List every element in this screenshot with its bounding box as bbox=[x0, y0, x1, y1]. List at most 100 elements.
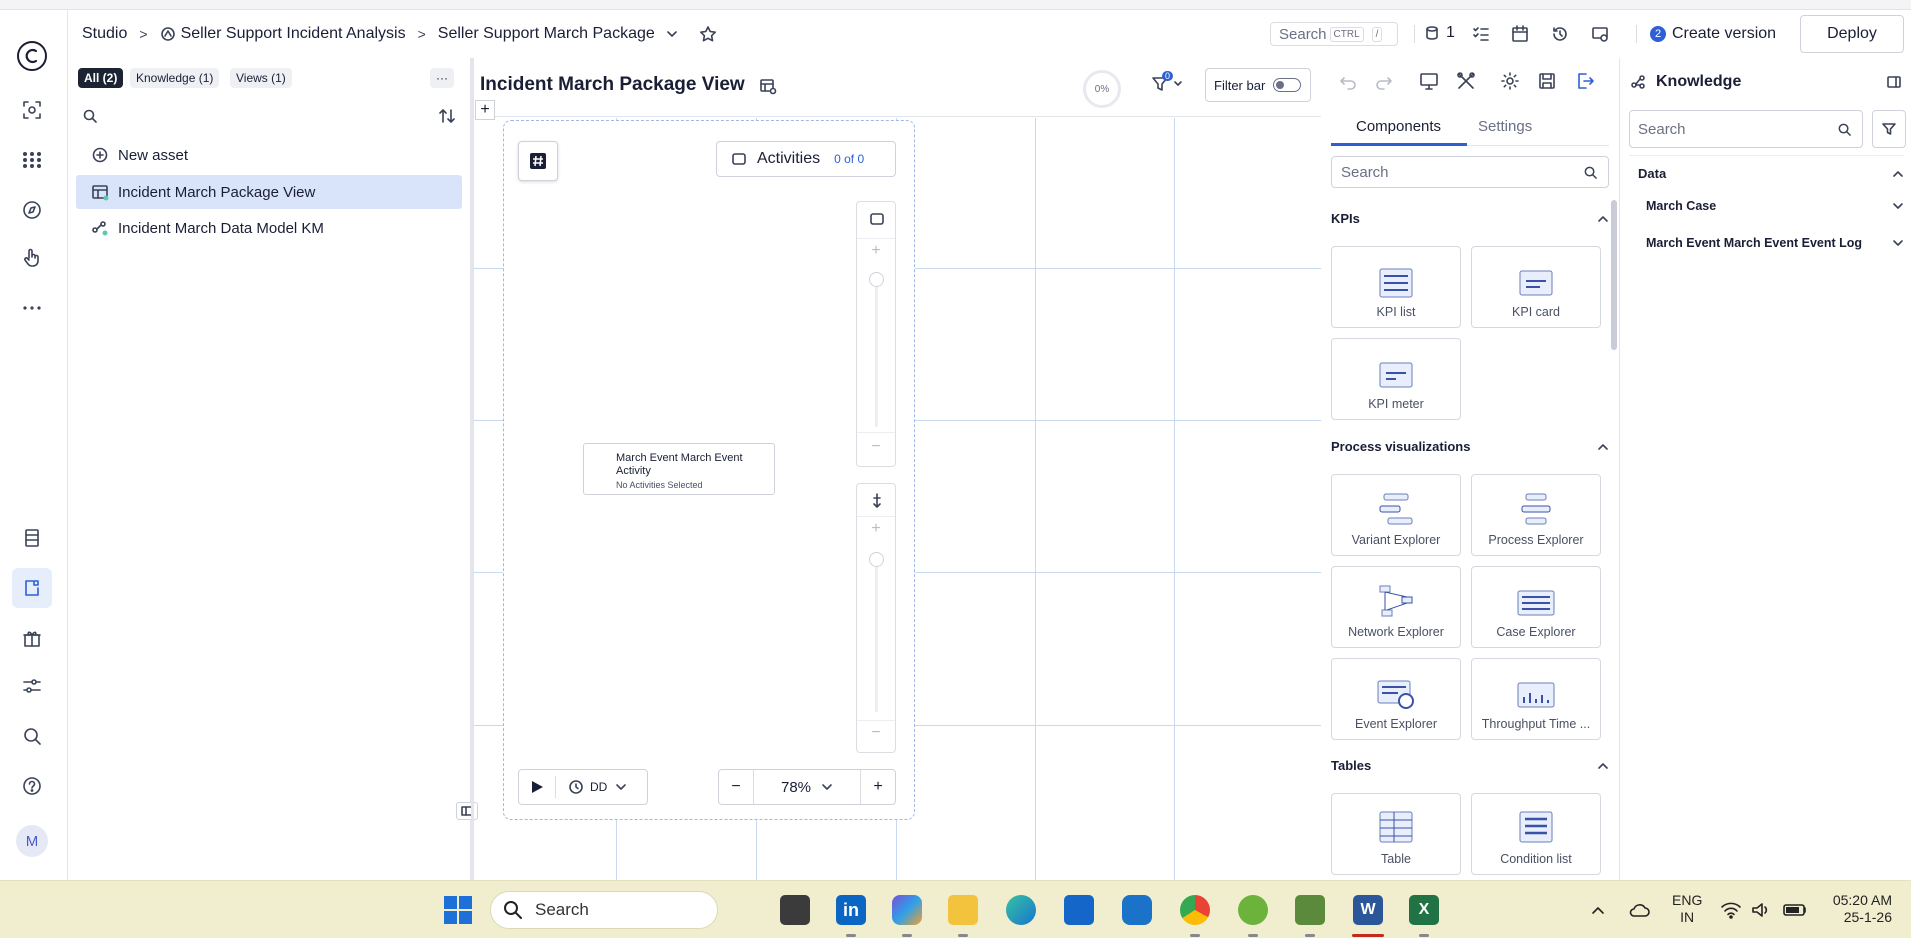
cloud-icon[interactable] bbox=[1628, 901, 1650, 919]
hand-pointer-icon[interactable] bbox=[12, 238, 52, 278]
task-view-icon[interactable] bbox=[780, 895, 810, 925]
tile-case-explorer[interactable]: Case Explorer bbox=[1471, 566, 1601, 648]
microsoft365-icon[interactable] bbox=[892, 895, 922, 925]
more-options-icon[interactable] bbox=[12, 288, 52, 328]
more-menu-button[interactable]: ··· bbox=[430, 68, 454, 88]
deploy-button[interactable]: Deploy bbox=[1800, 15, 1904, 53]
knowledge-item-march-case[interactable]: March Case bbox=[1646, 199, 1904, 213]
filter-bar-toggle[interactable]: Filter bar bbox=[1205, 68, 1311, 102]
slider-minus[interactable]: − bbox=[857, 724, 895, 742]
asset-row-knowledge-model[interactable]: Incident March Data Model KM bbox=[76, 211, 462, 245]
sliders-icon[interactable] bbox=[12, 666, 52, 706]
knowledge-filter-button[interactable] bbox=[1872, 110, 1906, 148]
section-kpis[interactable]: KPIs bbox=[1331, 211, 1609, 226]
tile-kpi-meter[interactable]: KPI meter bbox=[1331, 338, 1461, 420]
utorrent-icon[interactable] bbox=[1238, 895, 1268, 925]
redo-icon[interactable] bbox=[1373, 70, 1395, 92]
save-icon[interactable] bbox=[1536, 70, 1558, 92]
knowledge-item-event-log[interactable]: March Event March Event Event Log bbox=[1646, 236, 1904, 250]
asset-row-view[interactable]: Incident March Package View bbox=[76, 175, 462, 209]
scrollbar[interactable] bbox=[1611, 200, 1617, 350]
gear-icon[interactable] bbox=[1499, 70, 1521, 92]
exit-edit-icon[interactable] bbox=[1574, 70, 1596, 92]
filter-all[interactable]: All (2) bbox=[78, 68, 124, 88]
add-row-button[interactable]: + bbox=[475, 100, 495, 120]
apps-grid-icon[interactable] bbox=[12, 140, 52, 180]
slider-minus[interactable]: − bbox=[857, 438, 895, 456]
tile-process-explorer[interactable]: Process Explorer bbox=[1471, 474, 1601, 556]
tile-throughput-time[interactable]: Throughput Time ... bbox=[1471, 658, 1601, 740]
tile-table[interactable]: Table bbox=[1331, 793, 1461, 875]
zoom-level-select[interactable]: 78% bbox=[754, 779, 860, 796]
chevron-up-icon[interactable] bbox=[1590, 903, 1606, 917]
game-app-icon[interactable] bbox=[1295, 895, 1325, 925]
toggle-switch[interactable] bbox=[1273, 78, 1302, 92]
wifi-icon[interactable] bbox=[1720, 901, 1742, 919]
zoom-controls[interactable]: − 78% + bbox=[718, 769, 896, 805]
star-icon[interactable] bbox=[699, 25, 717, 43]
avatar[interactable]: M bbox=[16, 825, 48, 857]
studio-views-icon[interactable] bbox=[12, 568, 52, 608]
activity-slider[interactable]: + − bbox=[856, 201, 896, 467]
taskbar-search[interactable]: Search bbox=[490, 891, 718, 929]
datapool-count[interactable]: 1 bbox=[1424, 24, 1455, 42]
knowledge-section-data[interactable]: Data bbox=[1638, 166, 1904, 181]
filter-button[interactable]: 0 bbox=[1151, 71, 1183, 94]
battery-icon[interactable] bbox=[1782, 902, 1808, 918]
calendar-icon[interactable] bbox=[1511, 25, 1529, 43]
activity-node[interactable]: March Event March Event Activity No Acti… bbox=[583, 443, 775, 495]
windows-start-icon[interactable] bbox=[443, 895, 473, 925]
breadcrumb-studio[interactable]: Studio bbox=[82, 25, 127, 43]
help-icon[interactable] bbox=[12, 766, 52, 806]
tab-settings[interactable]: Settings bbox=[1478, 118, 1532, 135]
tile-event-explorer[interactable]: Event Explorer bbox=[1331, 658, 1461, 740]
slider-plus[interactable]: + bbox=[857, 520, 895, 538]
sort-icon[interactable] bbox=[438, 107, 456, 125]
search-icon[interactable] bbox=[12, 716, 52, 756]
tile-network-explorer[interactable]: Network Explorer bbox=[1331, 566, 1461, 648]
create-version-button[interactable]: 2 Create version bbox=[1650, 22, 1776, 46]
checklist-icon[interactable] bbox=[1472, 25, 1490, 43]
slider-knob[interactable] bbox=[869, 552, 884, 567]
chevron-down-icon[interactable] bbox=[665, 27, 679, 41]
section-process-visualizations[interactable]: Process visualizations bbox=[1331, 439, 1609, 454]
file-explorer-icon[interactable] bbox=[948, 895, 978, 925]
preview-icon[interactable] bbox=[1418, 70, 1440, 92]
view-settings-icon[interactable] bbox=[759, 77, 777, 95]
breadcrumb-current[interactable]: Seller Support March Package bbox=[438, 25, 655, 43]
knowledge-search-input[interactable]: Search bbox=[1629, 110, 1863, 148]
filter-views[interactable]: Views (1) bbox=[230, 68, 292, 88]
tile-kpi-card[interactable]: KPI card bbox=[1471, 246, 1601, 328]
page-title[interactable]: Incident March Package View bbox=[480, 74, 745, 96]
search-icon[interactable] bbox=[82, 108, 98, 124]
tile-condition-list[interactable]: Condition list bbox=[1471, 793, 1601, 875]
breadcrumb-package[interactable]: Seller Support Incident Analysis bbox=[160, 25, 406, 43]
filter-knowledge[interactable]: Knowledge (1) bbox=[130, 68, 220, 88]
section-tables[interactable]: Tables bbox=[1331, 758, 1609, 773]
undo-icon[interactable] bbox=[1337, 70, 1359, 92]
volume-icon[interactable] bbox=[1750, 901, 1772, 919]
tools-icon[interactable] bbox=[1455, 70, 1477, 92]
zoom-in-button[interactable]: + bbox=[861, 778, 895, 796]
slider-plus[interactable]: + bbox=[857, 242, 895, 260]
tile-kpi-list[interactable]: KPI list bbox=[1331, 246, 1461, 328]
excel-icon[interactable]: X bbox=[1409, 895, 1439, 925]
tile-variant-explorer[interactable]: Variant Explorer bbox=[1331, 474, 1461, 556]
word-icon[interactable]: W bbox=[1353, 895, 1383, 925]
outlook-icon[interactable] bbox=[1122, 895, 1152, 925]
data-table-icon[interactable] bbox=[12, 518, 52, 558]
store-icon[interactable] bbox=[1064, 895, 1094, 925]
process-intelligence-icon[interactable] bbox=[12, 90, 52, 130]
edge-icon[interactable] bbox=[1006, 895, 1036, 925]
linkedin-icon[interactable]: in bbox=[836, 895, 866, 925]
slider-knob[interactable] bbox=[869, 272, 884, 287]
components-search-input[interactable]: Search bbox=[1331, 156, 1609, 188]
global-search[interactable]: Search CTRL / bbox=[1270, 22, 1398, 46]
panel-toggle-icon[interactable] bbox=[1886, 74, 1902, 90]
gift-package-icon[interactable] bbox=[12, 618, 52, 658]
chrome-icon[interactable] bbox=[1180, 895, 1210, 925]
compass-icon[interactable] bbox=[12, 190, 52, 230]
hashtag-button[interactable] bbox=[518, 141, 558, 181]
zoom-out-button[interactable]: − bbox=[719, 778, 753, 796]
tab-components[interactable]: Components bbox=[1356, 118, 1441, 135]
